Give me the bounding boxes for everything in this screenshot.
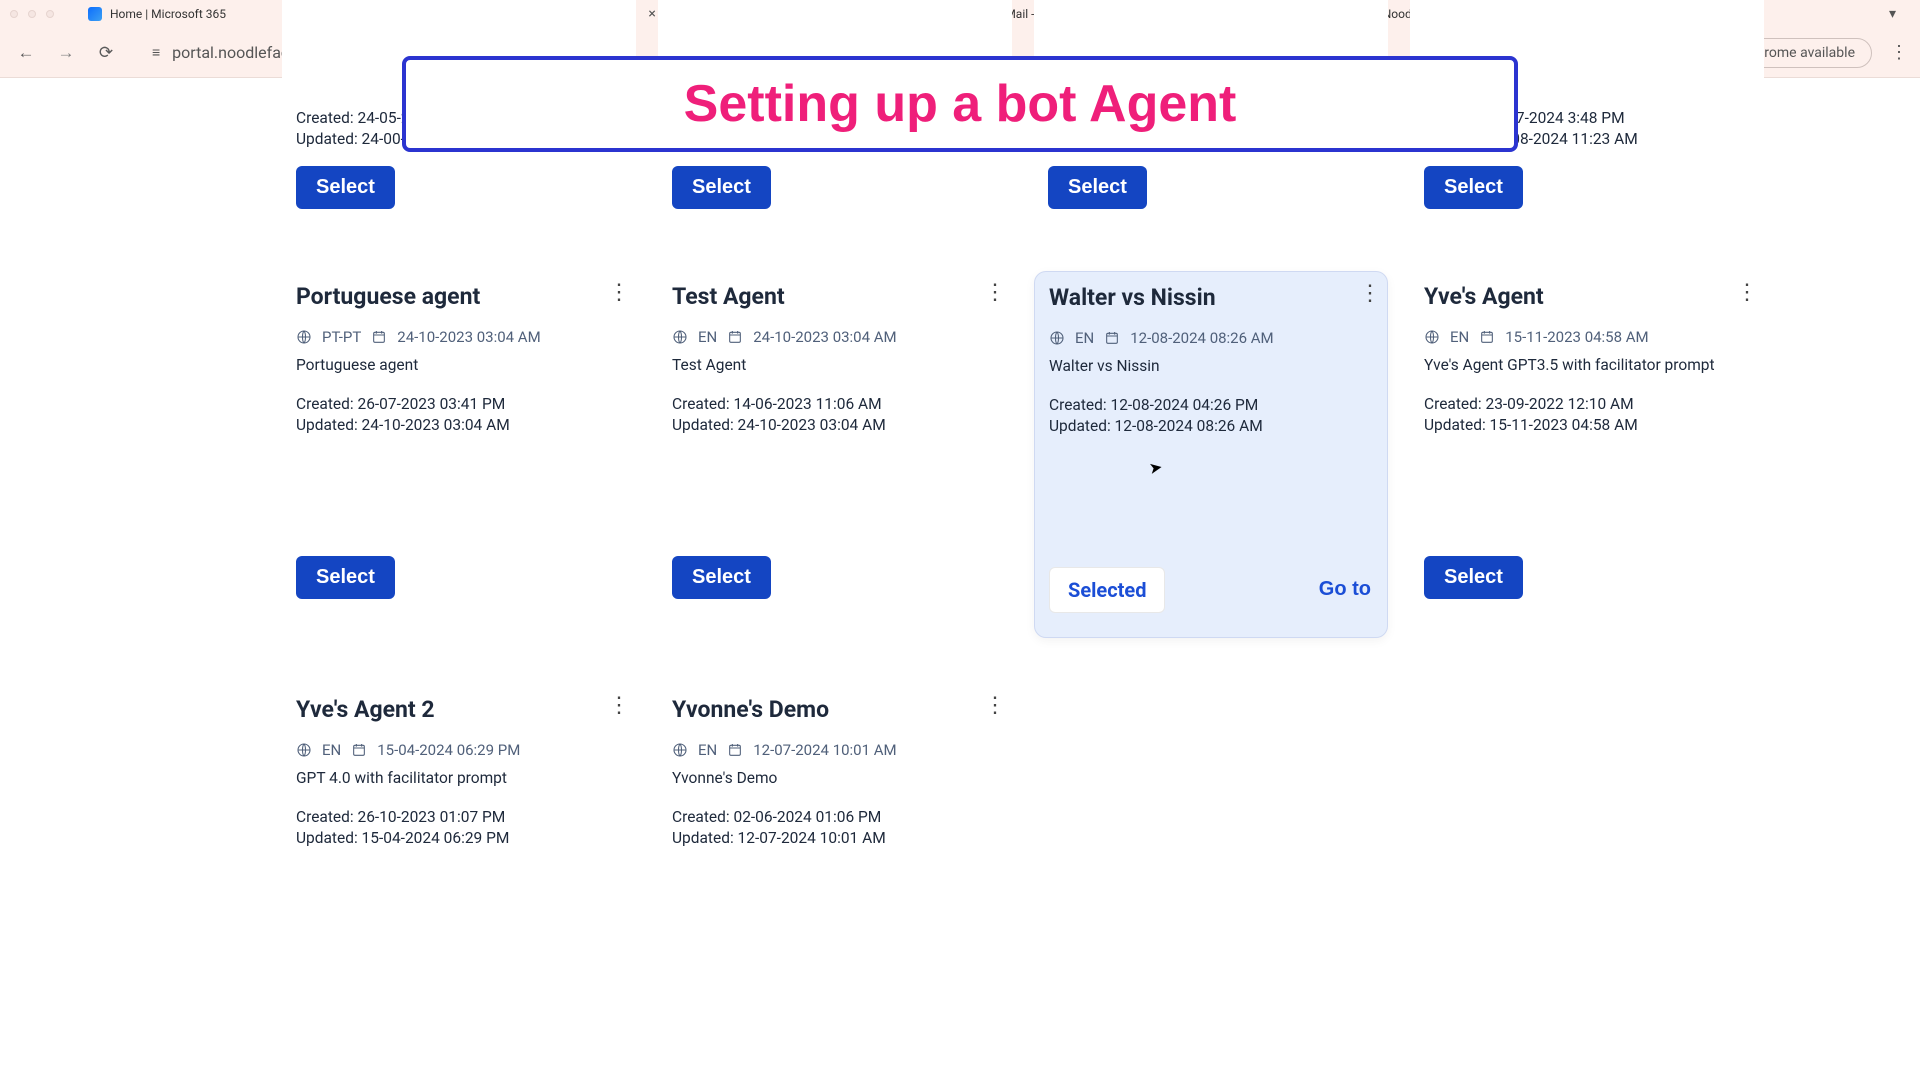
reload-button[interactable]: ⟳ bbox=[92, 39, 120, 67]
agents-grid: Created: 24-05-2024 03:27 PM Updated: 24… bbox=[0, 78, 1920, 1009]
card-title: Yvonne's Demo bbox=[672, 696, 998, 723]
goto-button[interactable]: Go to bbox=[1317, 567, 1373, 613]
globe-icon bbox=[1049, 330, 1065, 346]
page-content: Created: 24-05-2024 03:27 PM Updated: 24… bbox=[0, 78, 1920, 1080]
card-menu-icon[interactable] bbox=[1359, 290, 1381, 299]
card-lang: EN bbox=[698, 328, 717, 346]
card-menu-icon[interactable] bbox=[984, 289, 1006, 298]
card-meta: EN 15-11-2023 04:58 AM bbox=[1424, 328, 1750, 346]
close-tab-icon[interactable]: × bbox=[648, 6, 655, 22]
select-button[interactable]: Select bbox=[1424, 166, 1523, 209]
agent-card-test: Test Agent EN 24-10-2023 03:04 AM Test A… bbox=[658, 271, 1012, 638]
card-lang: PT-PT bbox=[322, 328, 361, 346]
calendar-icon bbox=[1104, 330, 1120, 346]
select-button[interactable]: Select bbox=[296, 166, 395, 209]
minimize-window-icon[interactable] bbox=[28, 10, 36, 18]
select-button[interactable]: Select bbox=[672, 556, 771, 599]
callout-title: Setting up a bot Agent bbox=[684, 74, 1237, 134]
calendar-icon bbox=[1479, 329, 1495, 345]
m365-favicon-icon bbox=[88, 7, 102, 21]
card-description: Walter vs Nissin bbox=[1049, 357, 1373, 375]
card-menu-icon[interactable] bbox=[608, 702, 630, 711]
select-button[interactable]: Select bbox=[1048, 166, 1147, 209]
card-dates: Created: 23-09-2022 12:10 AM Updated: 15… bbox=[1424, 394, 1750, 436]
agent-card-portuguese: Portuguese agent PT-PT 24-10-2023 03:04 … bbox=[282, 271, 636, 638]
card-title: Portuguese agent bbox=[296, 283, 622, 310]
globe-icon bbox=[672, 742, 688, 758]
card-title: Walter vs Nissin bbox=[1049, 284, 1373, 311]
card-menu-icon[interactable] bbox=[984, 702, 1006, 711]
close-window-icon[interactable] bbox=[10, 10, 18, 18]
card-dates: Created: 02-06-2024 01:06 PM Updated: 12… bbox=[672, 807, 998, 849]
card-description: GPT 4.0 with facilitator prompt bbox=[296, 769, 622, 787]
card-meta: EN 12-07-2024 10:01 AM bbox=[672, 741, 998, 759]
agent-card-yves-2: Yve's Agent 2 EN 15-04-2024 06:29 PM GPT… bbox=[282, 684, 636, 1009]
window-controls bbox=[10, 10, 54, 18]
card-dates: Created: 14-06-2023 11:06 AM Updated: 24… bbox=[672, 394, 998, 436]
card-title: Yve's Agent bbox=[1424, 283, 1750, 310]
card-meta: EN 24-10-2023 03:04 AM bbox=[672, 328, 998, 346]
calendar-icon bbox=[727, 742, 743, 758]
card-date: 24-10-2023 03:04 AM bbox=[397, 328, 540, 346]
card-date: 15-04-2024 06:29 PM bbox=[377, 741, 520, 759]
select-button[interactable]: Select bbox=[296, 556, 395, 599]
maximize-window-icon[interactable] bbox=[46, 10, 54, 18]
agent-card-walter-nissin[interactable]: Walter vs Nissin EN 12-08-2024 08:26 AM … bbox=[1034, 271, 1388, 638]
card-date: 24-10-2023 03:04 AM bbox=[753, 328, 896, 346]
agent-card-yvonnes-demo: Yvonne's Demo EN 12-07-2024 10:01 AM Yvo… bbox=[658, 684, 1012, 1009]
calendar-icon bbox=[727, 329, 743, 345]
tabs-overflow-button[interactable]: ▾ bbox=[1875, 6, 1910, 22]
card-lang: EN bbox=[698, 741, 717, 759]
card-date: 12-07-2024 10:01 AM bbox=[753, 741, 896, 759]
card-lang: EN bbox=[1075, 329, 1094, 347]
globe-icon bbox=[672, 329, 688, 345]
card-menu-icon[interactable] bbox=[608, 289, 630, 298]
card-description: Yve's Agent GPT3.5 with facilitator prom… bbox=[1424, 356, 1750, 374]
tutorial-callout: Setting up a bot Agent bbox=[402, 56, 1518, 152]
card-lang: EN bbox=[1450, 328, 1469, 346]
card-date: 12-08-2024 08:26 AM bbox=[1130, 329, 1273, 347]
globe-icon bbox=[296, 329, 312, 345]
card-title: Yve's Agent 2 bbox=[296, 696, 622, 723]
card-meta: EN 15-04-2024 06:29 PM bbox=[296, 741, 622, 759]
site-controls-icon[interactable]: ≡ bbox=[152, 44, 160, 61]
select-button[interactable]: Select bbox=[1424, 556, 1523, 599]
card-dates: Created: 12-08-2024 04:26 PM Updated: 12… bbox=[1049, 395, 1373, 437]
agent-card-yves: Yve's Agent EN 15-11-2023 04:58 AM Yve's… bbox=[1410, 271, 1764, 638]
selected-badge: Selected bbox=[1049, 567, 1165, 613]
card-description: Test Agent bbox=[672, 356, 998, 374]
back-button[interactable]: ← bbox=[12, 39, 40, 67]
card-meta: PT-PT 24-10-2023 03:04 AM bbox=[296, 328, 622, 346]
forward-button[interactable]: → bbox=[52, 39, 80, 67]
calendar-icon bbox=[371, 329, 387, 345]
card-lang: EN bbox=[322, 741, 341, 759]
calendar-icon bbox=[351, 742, 367, 758]
browser-menu-icon[interactable]: ⋮ bbox=[1890, 42, 1908, 63]
card-dates: Created: 26-07-2023 03:41 PM Updated: 24… bbox=[296, 394, 622, 436]
card-meta: EN 12-08-2024 08:26 AM bbox=[1049, 329, 1373, 347]
globe-icon bbox=[1424, 329, 1440, 345]
select-button[interactable]: Select bbox=[672, 166, 771, 209]
card-date: 15-11-2023 04:58 AM bbox=[1505, 328, 1648, 346]
card-description: Portuguese agent bbox=[296, 356, 622, 374]
card-description: Yvonne's Demo bbox=[672, 769, 998, 787]
globe-icon bbox=[296, 742, 312, 758]
card-menu-icon[interactable] bbox=[1736, 289, 1758, 298]
card-title: Test Agent bbox=[672, 283, 998, 310]
card-dates: Created: 26-10-2023 01:07 PM Updated: 15… bbox=[296, 807, 622, 849]
